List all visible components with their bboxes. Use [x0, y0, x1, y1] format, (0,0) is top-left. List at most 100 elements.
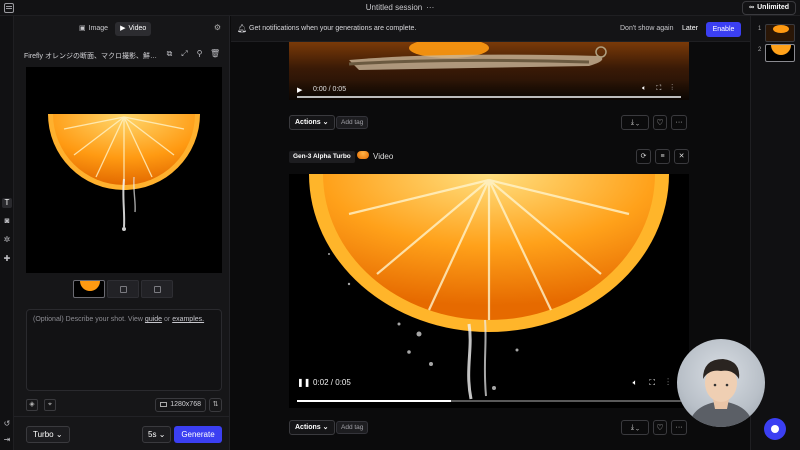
thumbnail-number: 1: [758, 26, 762, 32]
text-tool-icon[interactable]: T: [2, 198, 12, 208]
close-icon[interactable]: ✕: [674, 149, 689, 164]
collapse-icon[interactable]: ⇥: [2, 435, 12, 445]
resolution-label: 1280x768: [170, 401, 201, 408]
placeholder-text: (Optional) Describe your shot. View: [33, 316, 145, 323]
unlimited-badge[interactable]: ∞ Unlimited: [742, 1, 796, 15]
image-placeholder-icon: [154, 286, 161, 293]
image-icon: ▣: [79, 25, 86, 32]
actions-row-1: Actions ⌄ Add tag ⤓ ⌄ ♡ ···: [289, 115, 689, 131]
session-thumbnail-2[interactable]: [765, 44, 795, 62]
model-select[interactable]: Turbo ⌄: [26, 426, 70, 443]
webcam-overlay: [677, 339, 765, 427]
video-player-1[interactable]: ▶ 0:00 / 0:05 🔈︎⛶⋮: [289, 42, 689, 100]
layers-icon[interactable]: ◈: [26, 399, 38, 411]
favorite-icon[interactable]: ♡: [653, 115, 667, 130]
model-label: Turbo: [33, 430, 54, 439]
add-tag-button[interactable]: Add tag: [336, 116, 369, 129]
generation-panel: ▣ Image ▶ Video ⚙ Firefly オレンジの断面、マクロ撮影、鮮や…: [14, 16, 230, 450]
motion-tool-icon[interactable]: ✲: [2, 235, 12, 245]
video-mode-button[interactable]: ▶ Video: [115, 22, 152, 36]
actions-button[interactable]: Actions ⌄: [289, 420, 335, 435]
orange-thumbnail-icon: [357, 151, 369, 159]
thumbnail-slot-1[interactable]: [73, 280, 105, 298]
duration-label: 5s: [148, 430, 157, 439]
video-time-1: 0:00 / 0:05: [313, 86, 347, 93]
session-title[interactable]: Untitled session ···: [0, 3, 800, 12]
download-icon: ⤓: [630, 119, 634, 126]
placeholder-or: or: [162, 316, 173, 323]
notification-message: Get notifications when your generations …: [249, 25, 417, 32]
examples-link[interactable]: examples.: [172, 316, 204, 323]
favorite-icon[interactable]: ♡: [653, 420, 667, 435]
more-options-icon[interactable]: ···: [671, 420, 687, 435]
download-button[interactable]: ⤓ ⌄: [621, 420, 649, 435]
video-extra-icons[interactable]: 🔈︎⛶⋮: [642, 85, 683, 93]
pause-icon[interactable]: ❚❚: [297, 378, 310, 387]
copy-icon[interactable]: ⧉: [165, 49, 174, 58]
later-button[interactable]: Later: [677, 22, 703, 36]
enable-button[interactable]: Enable: [706, 22, 741, 37]
options-row: ◈ ⌖ 1280x768 ⇅: [26, 398, 222, 412]
thumbnail-frame: [771, 45, 791, 55]
settings-icon[interactable]: ⚙: [214, 23, 221, 32]
video-time-2: 0:02 / 0:05: [313, 378, 351, 387]
session-thumbnail-1[interactable]: [765, 24, 795, 42]
chevron-down-icon: ⌄: [322, 119, 329, 126]
thumbnail-orange: [80, 281, 100, 291]
image-placeholder-icon: [120, 286, 127, 293]
chevron-down-icon: ⌄: [55, 430, 63, 439]
orange-slice-image: [48, 114, 200, 231]
reference-thumbnails: [73, 280, 173, 298]
actions-button[interactable]: Actions ⌄: [289, 115, 335, 130]
video-progress-1[interactable]: [297, 96, 681, 98]
chevron-down-icon: ⌄: [158, 430, 166, 439]
image-mode-label: Image: [88, 25, 109, 32]
actions-label: Actions: [295, 119, 321, 126]
add-tool-icon[interactable]: ✚: [2, 254, 12, 264]
resolution-button[interactable]: 1280x768: [155, 398, 206, 412]
swap-dimensions-icon[interactable]: ⇅: [209, 398, 222, 412]
model-badge: Gen-3 Alpha Turbo: [289, 151, 355, 163]
video-progress-2[interactable]: [297, 400, 681, 402]
mode-toggle: ▣ Image ▶ Video: [74, 22, 152, 36]
chevron-down-icon: ⌄: [635, 424, 640, 431]
session-title-text: Untitled session: [365, 3, 423, 12]
description-placeholder: (Optional) Describe your shot. View guid…: [33, 316, 204, 323]
regenerate-icon[interactable]: ⟳: [636, 149, 651, 164]
play-icon[interactable]: ▶: [297, 86, 302, 94]
generate-button[interactable]: Generate: [174, 426, 222, 443]
generation-type: Video: [373, 152, 394, 161]
image-mode-button[interactable]: ▣ Image: [74, 22, 113, 36]
delete-icon[interactable]: 🗑: [210, 49, 220, 58]
more-options-icon[interactable]: ···: [671, 115, 687, 130]
download-button[interactable]: ⤓ ⌄: [621, 115, 649, 130]
video-controls-1: ▶ 0:00 / 0:05 🔈︎⛶⋮: [289, 80, 689, 100]
video-extra-icons[interactable]: 🔈︎⛶⋮: [633, 378, 681, 388]
thumbnail-number: 2: [758, 47, 762, 53]
thumbnail-slot-2[interactable]: [107, 280, 139, 298]
notification-bar: 🔔︎ Get notifications when your generatio…: [231, 16, 750, 42]
adjust-icon[interactable]: ⚲: [195, 49, 204, 58]
crop-icon[interactable]: ⤢: [180, 49, 189, 58]
guide-link[interactable]: guide: [145, 316, 162, 323]
chat-button[interactable]: [764, 418, 786, 440]
video-progress-fill: [297, 400, 451, 402]
bell-icon: 🔔︎: [237, 24, 248, 33]
add-tag-button[interactable]: Add tag: [336, 421, 369, 434]
presenter-avatar: [689, 359, 753, 427]
dont-show-again-link[interactable]: Don't show again: [620, 25, 673, 32]
details-icon[interactable]: ≡: [655, 149, 670, 164]
thumbnail-slot-3[interactable]: [141, 280, 173, 298]
generations-feed: ▶ 0:00 / 0:05 🔈︎⛶⋮ Actions ⌄ Add tag ⤓ ⌄…: [231, 42, 750, 450]
description-input[interactable]: (Optional) Describe your shot. View guid…: [26, 309, 222, 391]
camera-tool-icon[interactable]: ◙: [2, 216, 12, 226]
video-icon: ▶: [120, 25, 126, 32]
history-icon[interactable]: ↺: [2, 419, 12, 429]
camera-control-icon[interactable]: ⌖: [44, 399, 56, 411]
reference-image[interactable]: [26, 67, 222, 273]
video-player-2[interactable]: ❚❚ 0:02 / 0:05 🔈︎⛶⋮: [289, 174, 689, 408]
duration-select[interactable]: 5s ⌄: [142, 426, 172, 443]
video-mode-label: Video: [128, 25, 147, 32]
session-more-icon[interactable]: ···: [426, 3, 434, 12]
left-rail: T ◙ ✲ ✚ ↺ ⇥: [0, 16, 14, 450]
